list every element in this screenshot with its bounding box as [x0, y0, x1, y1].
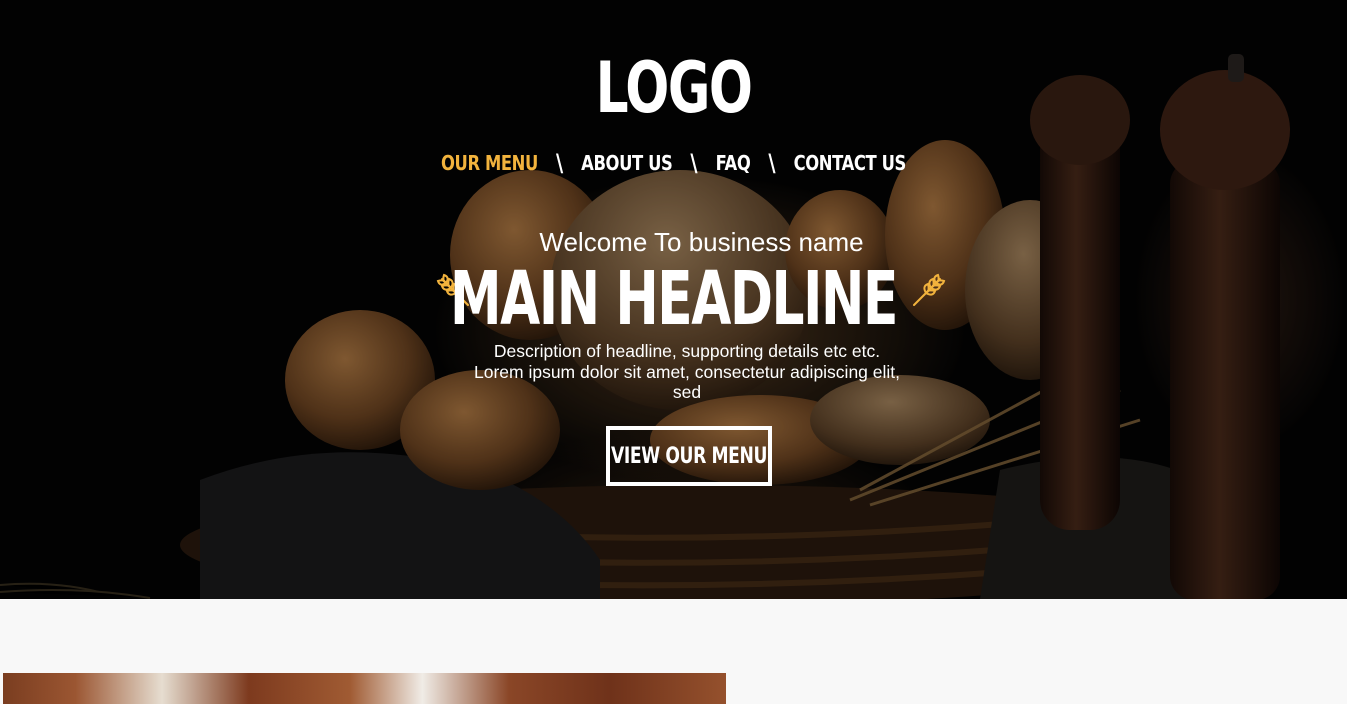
nav-separator: \	[690, 149, 698, 177]
hero-section: LOGO OUR MENU \ ABOUT US \ FAQ \ CONTACT…	[0, 0, 1347, 599]
nav-separator: \	[555, 149, 564, 177]
wheat-icon	[913, 273, 946, 306]
logo[interactable]: LOGO	[175, 46, 1172, 130]
view-menu-button[interactable]: VIEW OUR MENU	[606, 426, 772, 486]
nav-item-contact-us[interactable]: CONTACT US	[794, 151, 907, 175]
welcome-text: Welcome To business name	[539, 227, 864, 257]
main-headline: MAIN HEADLINE	[450, 256, 898, 342]
nav-item-our-menu[interactable]: OUR MENU	[441, 151, 538, 175]
nav-item-faq[interactable]: FAQ	[716, 151, 751, 175]
main-nav: OUR MENU \ ABOUT US \ FAQ \ CONTACT US	[0, 149, 1347, 177]
view-menu-button-label: VIEW OUR MENU	[610, 443, 768, 469]
nav-item-about-us[interactable]: ABOUT US	[581, 151, 673, 175]
gallery-image	[3, 673, 726, 704]
nav-separator: \	[768, 149, 776, 177]
headline-row: MAIN HEADLINE	[0, 259, 1347, 339]
headline-description: Description of headline, supporting deta…	[473, 341, 901, 402]
